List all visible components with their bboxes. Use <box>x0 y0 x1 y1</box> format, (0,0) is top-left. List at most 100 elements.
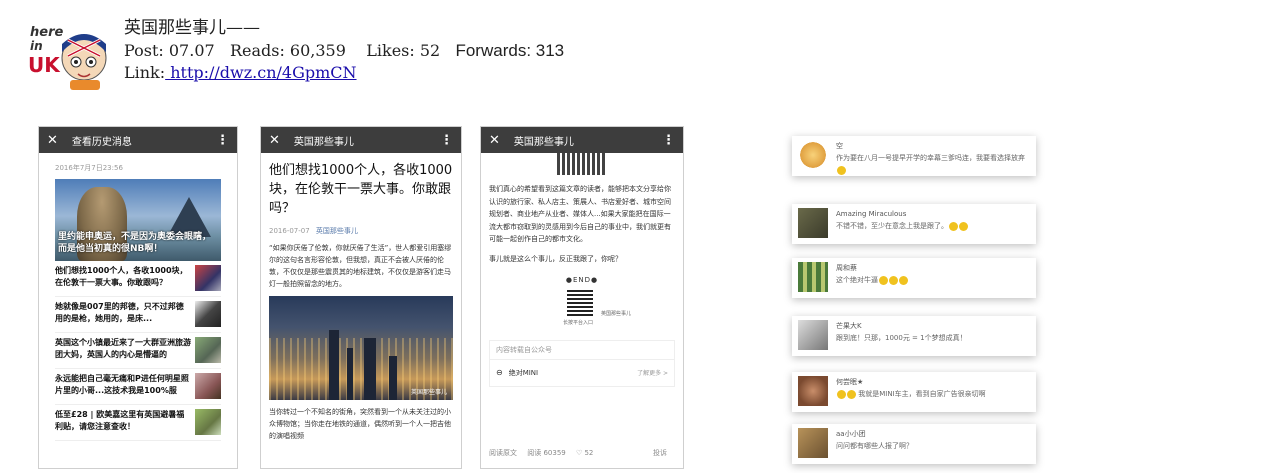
article-thumbnail <box>195 301 221 327</box>
article-body-continued: 当你转过一个不知名的街角，突然看到一个从未关注过的小众博物馆；当你走在地铁的通道… <box>269 408 451 440</box>
avatar <box>798 208 828 238</box>
article-meta: 2016-07-07 英国那些事儿 <box>261 218 461 242</box>
end-marker: ●END● <box>565 275 599 284</box>
commenter-name: 何尝眠★ <box>836 378 864 386</box>
close-icon[interactable]: ✕ <box>269 133 280 148</box>
top-bar: ✕ 英国那些事儿 ⋮ <box>481 127 683 153</box>
learn-more-link[interactable]: 了解更多 > <box>637 368 668 377</box>
reads-count: Reads: 60,359 <box>229 41 346 60</box>
article-title: 低至£28 | 欧美嘉这里有英国避暑福利贴，请您注意查收！ <box>55 410 185 431</box>
short-link[interactable]: http://dwz.cn/4GpmCN <box>165 63 356 82</box>
article-row[interactable]: 永远能把自己毫无痛和P进任何明星照片里的小哥...这技术我是100%服 <box>55 369 221 405</box>
likes-count: Likes: 52 <box>366 41 441 60</box>
read-count: 阅读 60359 <box>527 449 566 457</box>
comment-text: 这个绝对牛逼 <box>836 274 908 286</box>
qr-caption-right: 英国那些事儿 <box>601 310 632 317</box>
account-title: 英国那些事儿—— <box>124 18 260 38</box>
article-row[interactable]: 低至£28 | 欧美嘉这里有英国避暑福利贴，请您注意查收！ <box>55 405 221 441</box>
avatar <box>798 140 828 170</box>
article-headline: 他们想找1000个人，各收1000块，在伦敦干一票大事。你敢跟吗？ <box>269 163 453 216</box>
closing-paragraph: 我们真心的希望看到这篇文章的读者，能够把本文分享给你认识的旅行家、私人店主、策展… <box>489 185 671 243</box>
account-link[interactable]: 英国那些事儿 <box>316 227 358 235</box>
emoji-icon <box>847 389 856 399</box>
source-header: 内容转载自公众号 <box>490 341 674 360</box>
more-options-icon[interactable]: ⋮ <box>440 133 453 148</box>
more-options-icon[interactable]: ⋮ <box>216 133 229 148</box>
svg-text:here: here <box>30 25 63 40</box>
qr-caption: 长按平台入口 <box>563 319 594 326</box>
commenter-name: 空 <box>836 142 843 150</box>
comment-text: 跟到底！只那，1000元 = 1个梦想成真！ <box>836 334 967 342</box>
commenter-name: 芒果大K <box>836 322 862 330</box>
article-screen: ✕ 英国那些事儿 ⋮ 他们想找1000个人，各收1000块，在伦敦干一票大事。你… <box>260 126 462 469</box>
article-end-screen: ✕ 英国那些事儿 ⋮ 我们真心的希望看到这篇文章的读者，能够把本文分享给你认识的… <box>480 126 684 469</box>
message-date: 2016年7月7日23:56 <box>55 164 123 172</box>
like-button[interactable]: ♡ 52 <box>576 449 593 457</box>
comment-card: 何尝眠★ 我就是MINI车主，看到自家广告很亲切啊 <box>792 372 1036 412</box>
article-body: “如果你厌倦了伦敦，你就厌倦了生活”，世人都爱引用塞缪尔的这句名言形容伦敦，但我… <box>269 244 452 288</box>
comment-card: 空 作为要在八月一号提早开学的幸幕三爹吗连，我要看选择放弃 <box>792 136 1036 176</box>
top-bar-title: 英国那些事儿 <box>513 136 574 148</box>
top-bar: ✕ 英国那些事儿 ⋮ <box>261 127 461 153</box>
top-bar-title: 英国那些事儿 <box>293 136 354 148</box>
close-icon[interactable]: ✕ <box>489 133 500 148</box>
svg-text:UK: UK <box>28 53 61 77</box>
forwards-count: Forwards: 313 <box>455 41 565 60</box>
closing-line: 事儿就是这么个事儿，反正我跟了，你呢？ <box>489 254 622 263</box>
post-date: Post: 07.07 <box>124 41 215 60</box>
post-header: 英国那些事儿—— Post: 07.07 Reads: 60,359 Likes… <box>124 16 564 84</box>
comment-text: 作为要在八月一号提早开学的幸幕三爹吗连，我要看选择放弃 <box>836 152 1030 176</box>
article-title: 英国这个小镇最近来了一大群亚洲旅游团大妈，英国人的内心是懵逼的 <box>55 338 191 359</box>
more-options-icon[interactable]: ⋮ <box>662 133 675 148</box>
article-row[interactable]: 她就像是007里的邦德，只不过邦德用的是枪，她用的，是床... <box>55 297 221 333</box>
svg-text:in: in <box>30 39 43 53</box>
article-date: 2016-07-07 <box>269 227 310 235</box>
comment-card: 芒果大K 跟到底！只那，1000元 = 1个梦想成真！ <box>792 316 1036 356</box>
thumbs-up-icon <box>889 275 898 285</box>
account-logo: here in UK <box>28 22 112 94</box>
emoji-icon <box>837 389 846 399</box>
article-title: 永远能把自己毫无痛和P进任何明星照片里的小哥...这技术我是100%服 <box>55 374 189 395</box>
article-thumbnail <box>195 409 221 435</box>
comment-card: Amazing Miraculous 不错不错，至少在意念上我是跟了。 <box>792 204 1036 244</box>
report-link[interactable]: 投诉 <box>653 448 667 458</box>
headline-article-card[interactable]: 里约能申奥运，不是因为奥委会眼瞎，而是他当初真的很NB啊！ <box>55 179 221 261</box>
emoji-icon <box>837 165 846 175</box>
emoji-icon <box>949 221 958 231</box>
article-row[interactable]: 英国这个小镇最近来了一大群亚洲旅游团大妈，英国人的内心是懵逼的 <box>55 333 221 369</box>
post-stats: Post: 07.07 Reads: 60,359 Likes: 52 Forw… <box>124 40 564 62</box>
link-line: Link: http://dwz.cn/4GpmCN <box>124 62 564 84</box>
article-title: 她就像是007里的邦德，只不过邦德用的是枪，她用的，是床... <box>55 302 184 323</box>
commenter-name: 周和蔡 <box>836 264 857 272</box>
london-skyline-image: 英国那些事儿 <box>269 296 453 400</box>
close-icon[interactable]: ✕ <box>47 133 58 148</box>
article-footer: 阅读原文 阅读 60359 ♡ 52 投诉 <box>489 448 675 458</box>
article-row[interactable]: 他们想找1000个人，各收1000块，在伦敦干一票大事。你敢跟吗？ <box>55 261 221 297</box>
image-watermark: 英国那些事儿 <box>410 389 447 396</box>
comment-text: 不错不错，至少在意念上我是跟了。 <box>836 220 968 232</box>
avatar <box>798 320 828 350</box>
avatar <box>798 262 828 292</box>
article-title: 他们想找1000个人，各收1000块，在伦敦干一票大事。你敢跟吗？ <box>55 266 188 287</box>
commenter-name: aa小小团 <box>836 430 866 438</box>
article-thumbnail <box>195 373 221 399</box>
read-original-link[interactable]: 阅读原文 <box>489 449 517 457</box>
comment-text: 我就是MINI车主，看到自家广告很亲切啊 <box>836 388 986 400</box>
source-name: 绝对MINI <box>508 368 539 377</box>
comment-text: 问问都有哪些人报了啊？ <box>836 442 913 450</box>
comment-card: 周和蔡 这个绝对牛逼 <box>792 258 1036 298</box>
article-thumbnail <box>195 337 221 363</box>
commenter-name: Amazing Miraculous <box>836 210 907 218</box>
comment-card: aa小小团 问问都有哪些人报了啊？ <box>792 424 1036 464</box>
thumbs-up-icon <box>879 275 888 285</box>
avatar <box>798 428 828 458</box>
thumbs-up-icon <box>899 275 908 285</box>
top-bar: ✕ 查看历史消息 ⋮ <box>39 127 237 153</box>
avatar <box>798 376 828 406</box>
top-bar-title: 查看历史消息 <box>71 136 132 148</box>
article-thumbnail <box>195 265 221 291</box>
mini-logo-icon: ⊖ <box>496 368 503 377</box>
qr-code <box>567 289 593 316</box>
qr-code-top <box>557 153 607 175</box>
source-account-card[interactable]: 内容转载自公众号 ⊖ 绝对MINI 了解更多 > <box>489 339 675 387</box>
